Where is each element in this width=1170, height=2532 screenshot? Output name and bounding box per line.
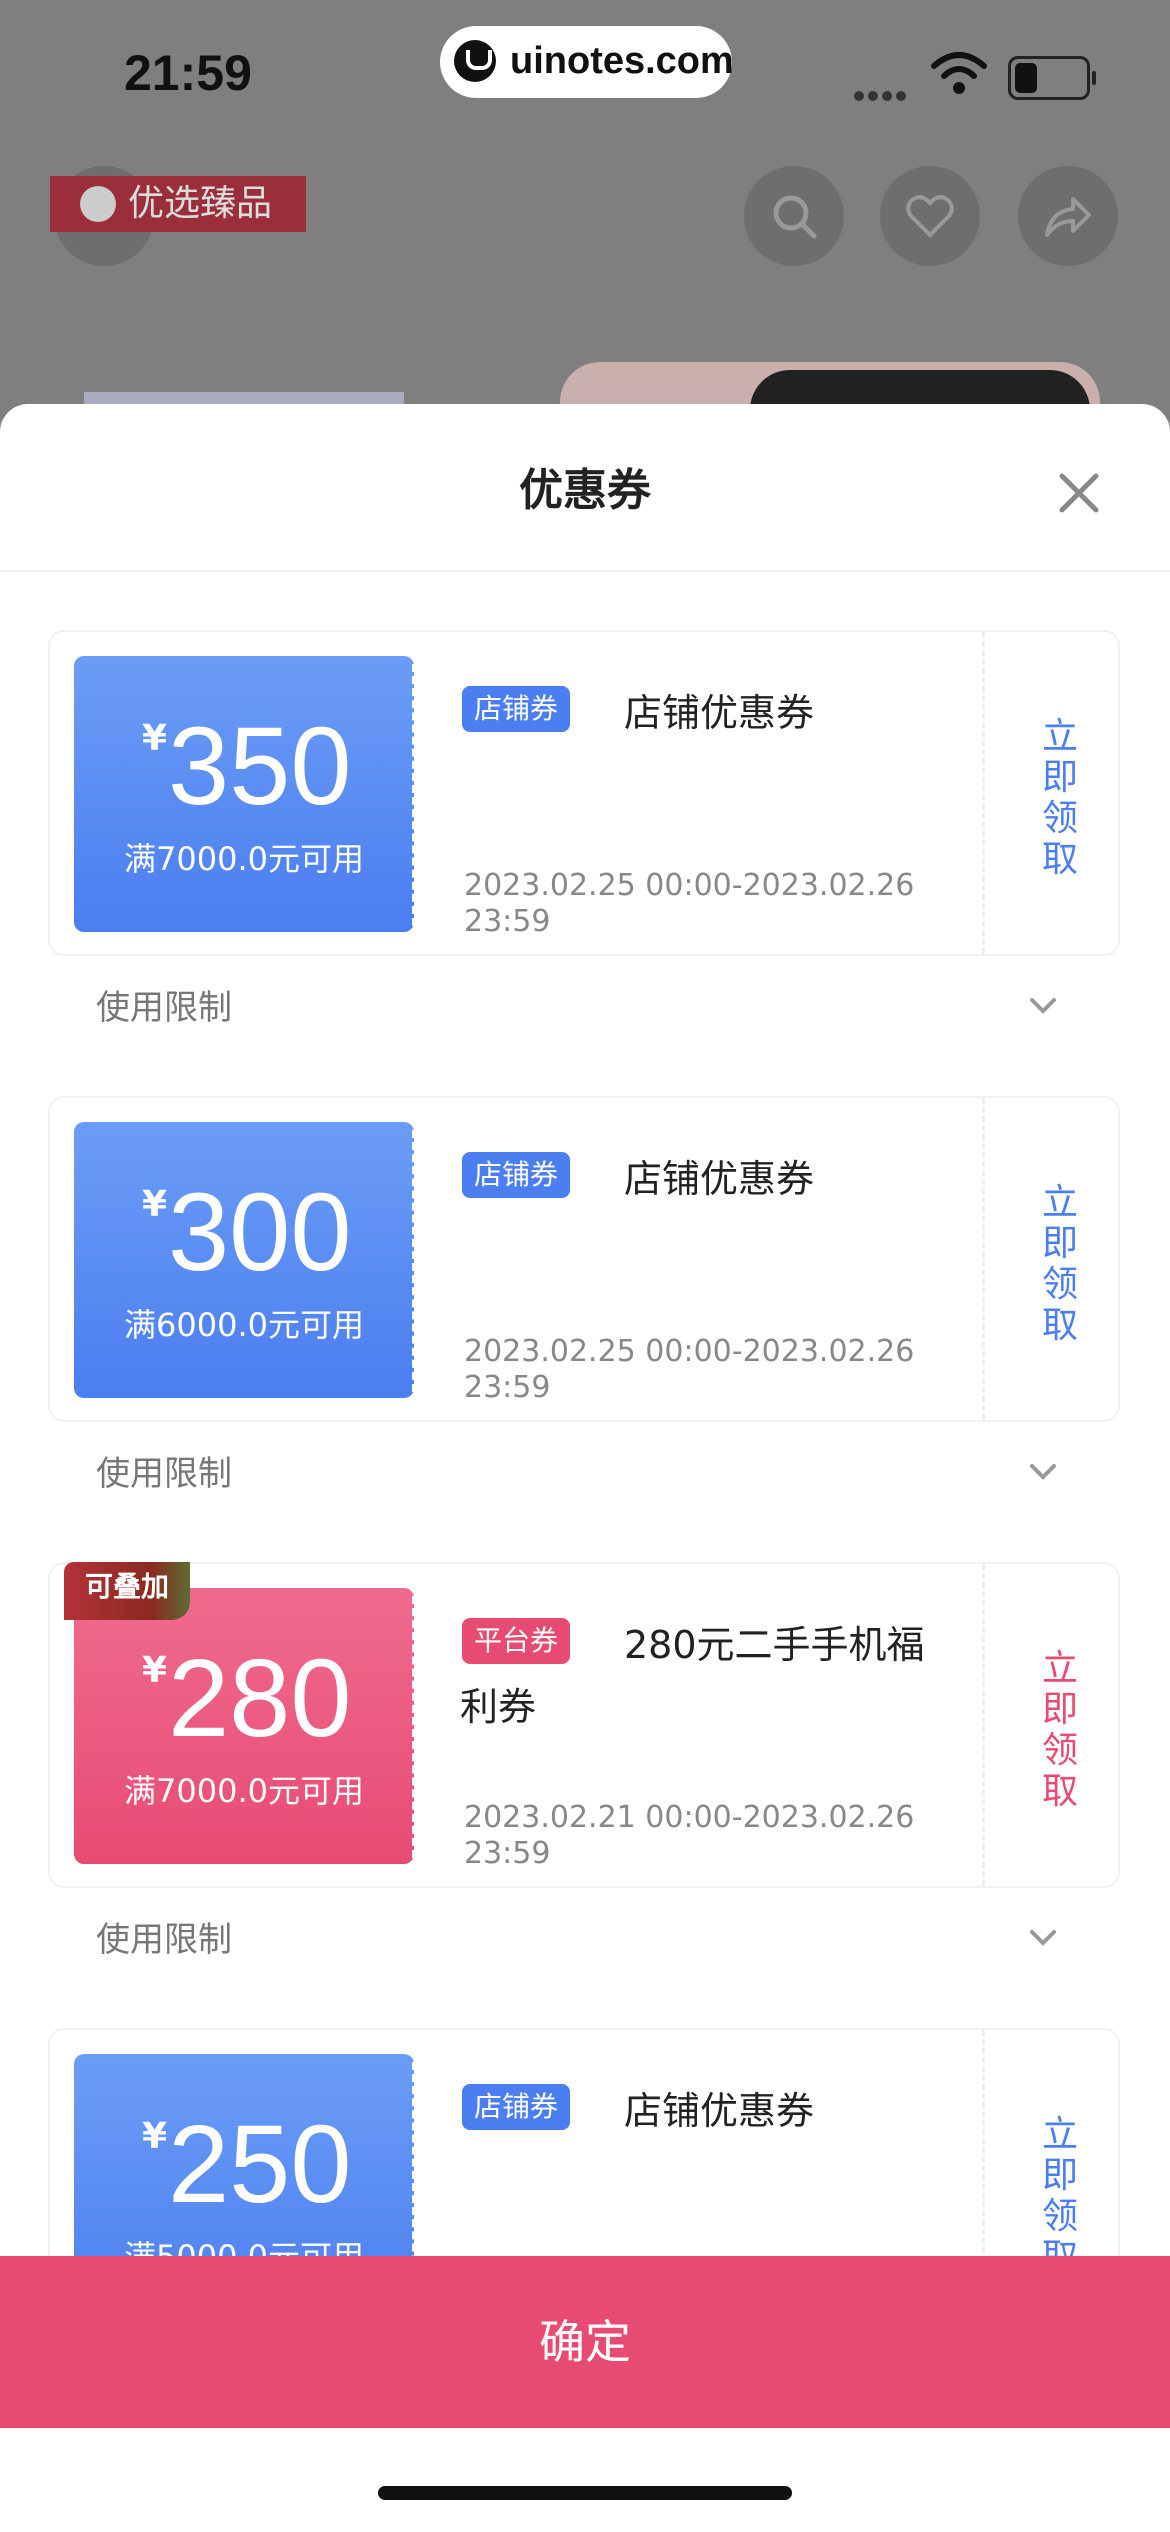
wifi-icon (931, 52, 987, 94)
signal-icon (854, 86, 910, 105)
claim-button[interactable]: 立即领取 (1038, 716, 1082, 880)
chevron-down-icon[interactable] (1026, 1920, 1060, 1954)
chevron-down-icon[interactable] (1026, 1454, 1060, 1488)
chevron-down-icon[interactable] (1026, 988, 1060, 1022)
search-button[interactable] (744, 166, 844, 266)
coupon-amount: 250 (168, 2103, 352, 2226)
brand-label: 优选臻品 (50, 176, 306, 232)
claim-button[interactable]: 立即领取 (1038, 2114, 1082, 2278)
coupon-card: ¥ 300 满6000.0元可用 店铺券 店铺优惠券 2023.02.25 00… (48, 1096, 1120, 1422)
site-logo-icon (454, 40, 496, 82)
coupon-value-box: ¥ 280 满7000.0元可用 (74, 1588, 416, 1864)
coupon-currency: ¥ (142, 718, 168, 759)
coupon-currency: ¥ (142, 1184, 168, 1225)
coupon-name: 店铺优惠券 (624, 1157, 815, 1201)
coupon-name: 店铺优惠券 (624, 2089, 815, 2133)
coupon-condition: 满7000.0元可用 (124, 1772, 364, 1810)
watermark-pill: uinotes.com (440, 26, 734, 98)
coupon-card: ¥ 350 满7000.0元可用 店铺券 店铺优惠券 2023.02.25 00… (48, 630, 1120, 956)
coupon-date: 2023.02.21 00:00-2023.02.26 23:59 (464, 1800, 915, 1871)
share-icon (1045, 197, 1091, 237)
brand-logo-icon (80, 186, 116, 222)
coupon-date: 2023.02.25 00:00-2023.02.26 23:59 (464, 868, 915, 939)
coupon-name: 店铺优惠券 (624, 691, 815, 735)
coupon-value-box: ¥ 300 满6000.0元可用 (74, 1122, 416, 1398)
battery-icon (1008, 56, 1096, 100)
coupon-amount: 350 (168, 705, 352, 828)
search-icon (773, 195, 817, 239)
coupon-sheet: 优惠券 ¥ 350 满7000.0元可用 店铺券 店铺优惠券 2023.02.2… (0, 404, 1170, 2532)
coupon-card: ¥ 280 满7000.0元可用 可叠加 平台券 280元二手手机福利券 202… (48, 1562, 1120, 1888)
favorite-button[interactable] (880, 166, 980, 266)
coupon-amount: 300 (168, 1171, 352, 1294)
stackable-badge: 可叠加 (64, 1562, 190, 1620)
coupon-value-box: ¥ 350 满7000.0元可用 (74, 656, 416, 932)
status-time: 21:59 (124, 45, 252, 101)
claim-button[interactable]: 立即领取 (1038, 1182, 1082, 1346)
coupon-date: 2023.02.25 00:00-2023.02.26 23:59 (464, 1334, 915, 1405)
coupon-name: 280元二手手机福利券 (460, 1623, 925, 1729)
usage-limit-toggle[interactable]: 使用限制 (96, 1912, 232, 1961)
coupon-currency: ¥ (142, 2116, 168, 2157)
status-bar: 21:59 uinotes.com (0, 0, 1170, 150)
coupon-currency: ¥ (142, 1650, 168, 1691)
bottom-safe-area (0, 2428, 1170, 2532)
home-indicator[interactable] (378, 2486, 792, 2500)
confirm-button[interactable]: 确定 (0, 2256, 1170, 2428)
sheet-title: 优惠券 (519, 465, 651, 516)
brand-text: 优选臻品 (128, 183, 273, 224)
divider (0, 570, 1170, 572)
usage-limit-toggle[interactable]: 使用限制 (96, 980, 232, 1029)
heart-icon (906, 195, 954, 238)
coupon-amount: 280 (168, 1637, 352, 1760)
coupon-condition: 满6000.0元可用 (124, 1306, 364, 1344)
site-name: uinotes.com (510, 40, 734, 82)
close-icon[interactable] (1056, 470, 1102, 516)
coupon-condition: 满7000.0元可用 (124, 840, 364, 878)
usage-limit-toggle[interactable]: 使用限制 (96, 1446, 232, 1495)
claim-button[interactable]: 立即领取 (1038, 1648, 1082, 1812)
share-button[interactable] (1018, 166, 1118, 266)
